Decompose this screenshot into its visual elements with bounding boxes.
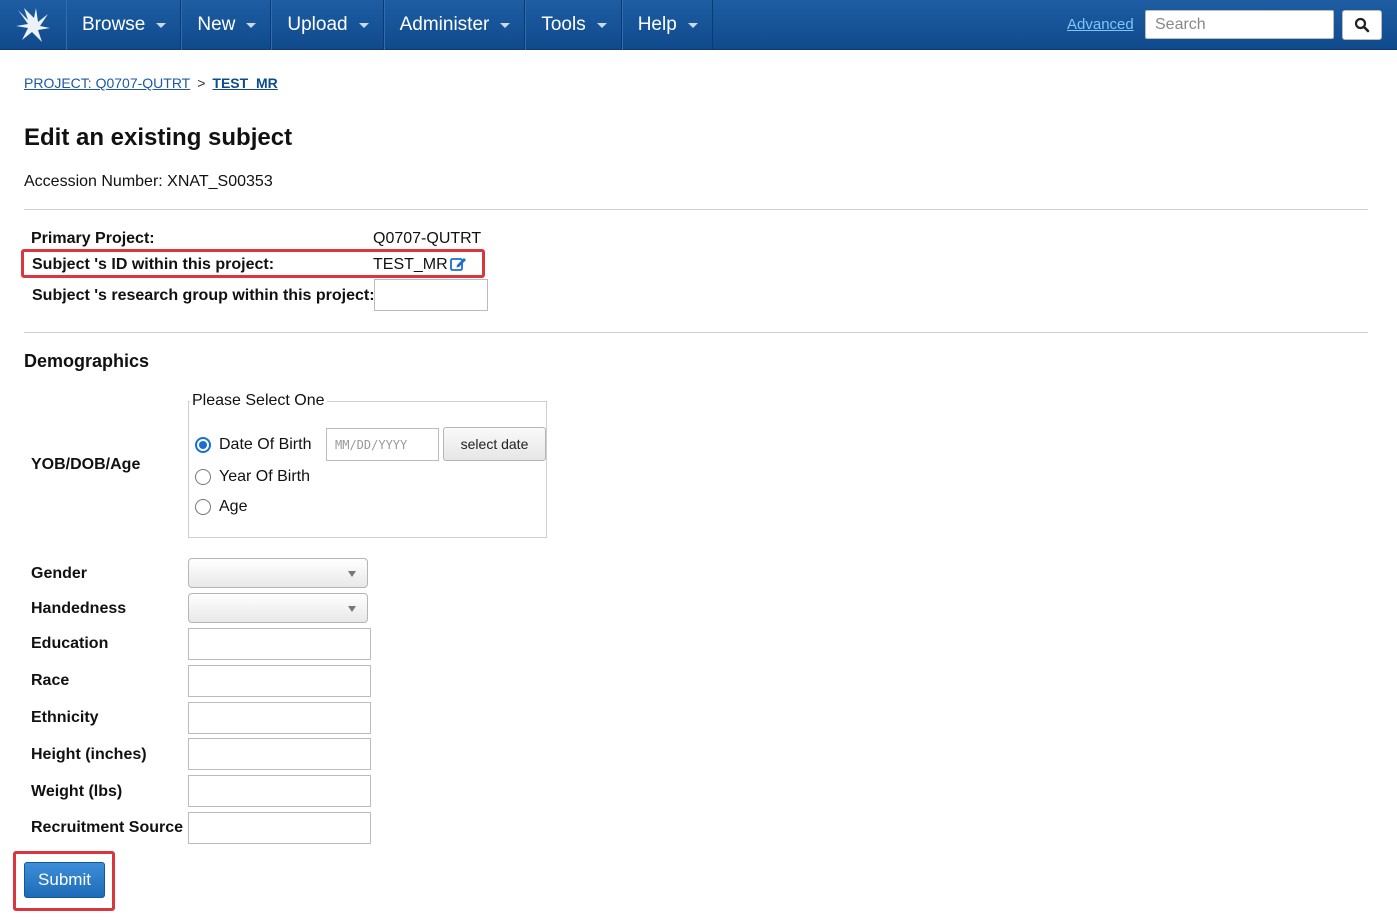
- dropdown-arrow-icon: [348, 606, 356, 612]
- ethnicity-label: Ethnicity: [31, 709, 99, 726]
- nav-administer[interactable]: Administer: [383, 0, 526, 50]
- nav-tools[interactable]: Tools: [525, 0, 622, 50]
- radio-button[interactable]: [195, 469, 211, 485]
- submit-button[interactable]: Submit: [24, 862, 105, 898]
- caret-down-icon: [596, 22, 607, 28]
- magnifier-icon: [1354, 17, 1370, 33]
- radio-button-checked[interactable]: [195, 437, 211, 453]
- height-label: Height (inches): [31, 746, 147, 763]
- nav-browse[interactable]: Browse: [66, 0, 182, 50]
- yob-dob-age-label: YOB/DOB/Age: [31, 456, 141, 473]
- breadcrumb-project-link[interactable]: PROJECT: Q0707-QUTRT: [24, 75, 190, 91]
- education-label: Education: [31, 635, 109, 652]
- nav-browse-label: Browse: [82, 14, 146, 35]
- date-of-birth-input[interactable]: [326, 428, 439, 461]
- breadcrumb-separator: >: [197, 75, 206, 91]
- radio-age-label: Age: [219, 498, 248, 515]
- page-title: Edit an existing subject: [24, 124, 293, 151]
- xnat-logo-icon[interactable]: [14, 6, 54, 44]
- edit-icon[interactable]: [450, 256, 467, 272]
- breadcrumb: PROJECT: Q0707-QUTRT > TEST_MR: [24, 75, 278, 91]
- divider: [24, 209, 1368, 210]
- caret-down-icon: [500, 22, 511, 28]
- demographics-heading: Demographics: [24, 351, 150, 371]
- nav-help[interactable]: Help: [621, 0, 713, 50]
- select-date-button[interactable]: select date: [443, 427, 546, 461]
- caret-down-icon: [156, 22, 167, 28]
- radio-year-of-birth-label: Year Of Birth: [219, 468, 311, 485]
- handedness-select[interactable]: [188, 593, 368, 623]
- handedness-label: Handedness: [31, 600, 127, 617]
- radio-button[interactable]: [195, 499, 211, 515]
- fieldset-legend: Please Select One: [192, 392, 325, 409]
- research-group-label: Subject 's research group within this pr…: [32, 287, 375, 304]
- dropdown-arrow-icon: [348, 571, 356, 577]
- nav-new[interactable]: New: [181, 0, 272, 50]
- primary-project-label: Primary Project:: [31, 230, 155, 247]
- race-label: Race: [31, 672, 70, 689]
- weight-label: Weight (lbs): [31, 783, 123, 800]
- search-input[interactable]: [1145, 10, 1334, 39]
- radio-date-of-birth-label: Date Of Birth: [219, 436, 312, 453]
- top-navbar: Browse New Upload Administer Tools Help …: [0, 0, 1397, 50]
- ethnicity-input[interactable]: [188, 702, 371, 734]
- recruitment-source-input[interactable]: [188, 812, 371, 844]
- research-group-input[interactable]: [374, 279, 488, 311]
- radio-age[interactable]: Age: [195, 498, 247, 516]
- radio-year-of-birth[interactable]: Year Of Birth: [195, 468, 310, 486]
- radio-date-of-birth[interactable]: Date Of Birth: [195, 436, 311, 454]
- main-nav: Browse New Upload Administer Tools Help: [66, 0, 713, 50]
- race-input[interactable]: [188, 665, 371, 697]
- accession-number: Accession Number: XNAT_S00353: [24, 173, 273, 190]
- nav-new-label: New: [197, 14, 236, 35]
- primary-project-value: Q0707-QUTRT: [373, 230, 482, 247]
- nav-upload-label: Upload: [287, 14, 348, 35]
- education-input[interactable]: [188, 628, 371, 660]
- nav-tools-label: Tools: [541, 14, 586, 35]
- recruitment-source-label: Recruitment Source: [31, 819, 184, 836]
- subject-id-label: Subject 's ID within this project:: [32, 256, 275, 273]
- nav-help-label: Help: [637, 14, 677, 35]
- weight-input[interactable]: [188, 775, 371, 807]
- birth-info-fieldset: Please Select One: [188, 392, 547, 538]
- caret-down-icon: [358, 22, 369, 28]
- height-input[interactable]: [188, 738, 371, 770]
- nav-upload[interactable]: Upload: [271, 0, 384, 50]
- subject-id-value: TEST_MR: [373, 256, 448, 273]
- caret-down-icon: [246, 22, 257, 28]
- nav-administer-label: Administer: [399, 14, 490, 35]
- gender-label: Gender: [31, 565, 88, 582]
- divider: [24, 332, 1368, 333]
- gender-select[interactable]: [188, 558, 368, 588]
- caret-down-icon: [687, 22, 698, 28]
- breadcrumb-subject-link[interactable]: TEST_MR: [212, 75, 277, 91]
- search-button[interactable]: [1342, 10, 1382, 40]
- advanced-search-link[interactable]: Advanced: [1067, 16, 1134, 33]
